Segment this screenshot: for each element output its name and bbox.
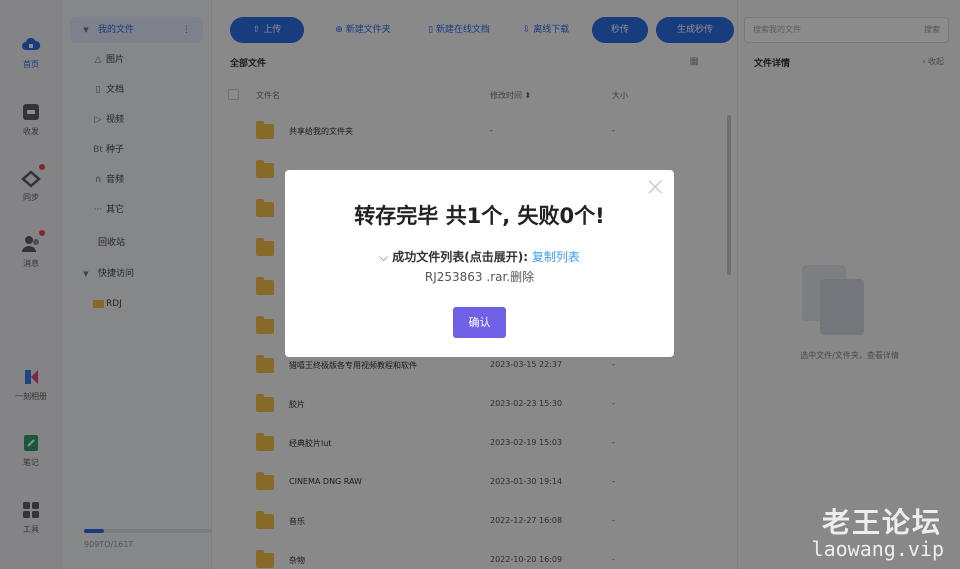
success-list-toggle[interactable]: 成功文件列表(点击展开): [392,250,528,264]
dialog-title: 转存完毕 共1个, 失败0个! [354,204,605,228]
confirm-button[interactable]: 确认 [453,307,506,338]
success-list-line: ⌵ 成功文件列表(点击展开): 复制列表 [285,248,674,265]
watermark-url: laowang.vip [811,537,944,561]
chevron-down-icon[interactable]: ⌵ [379,250,388,264]
close-icon[interactable]: × [644,174,666,200]
transferred-file: RJ253863 .rar.删除 [424,270,535,284]
copy-list-link[interactable]: 复制列表 [532,250,580,264]
transfer-result-dialog: × 转存完毕 共1个, 失败0个! ⌵ 成功文件列表(点击展开): 复制列表 RJ… [285,170,674,357]
watermark-text: 老王论坛 [821,506,942,539]
